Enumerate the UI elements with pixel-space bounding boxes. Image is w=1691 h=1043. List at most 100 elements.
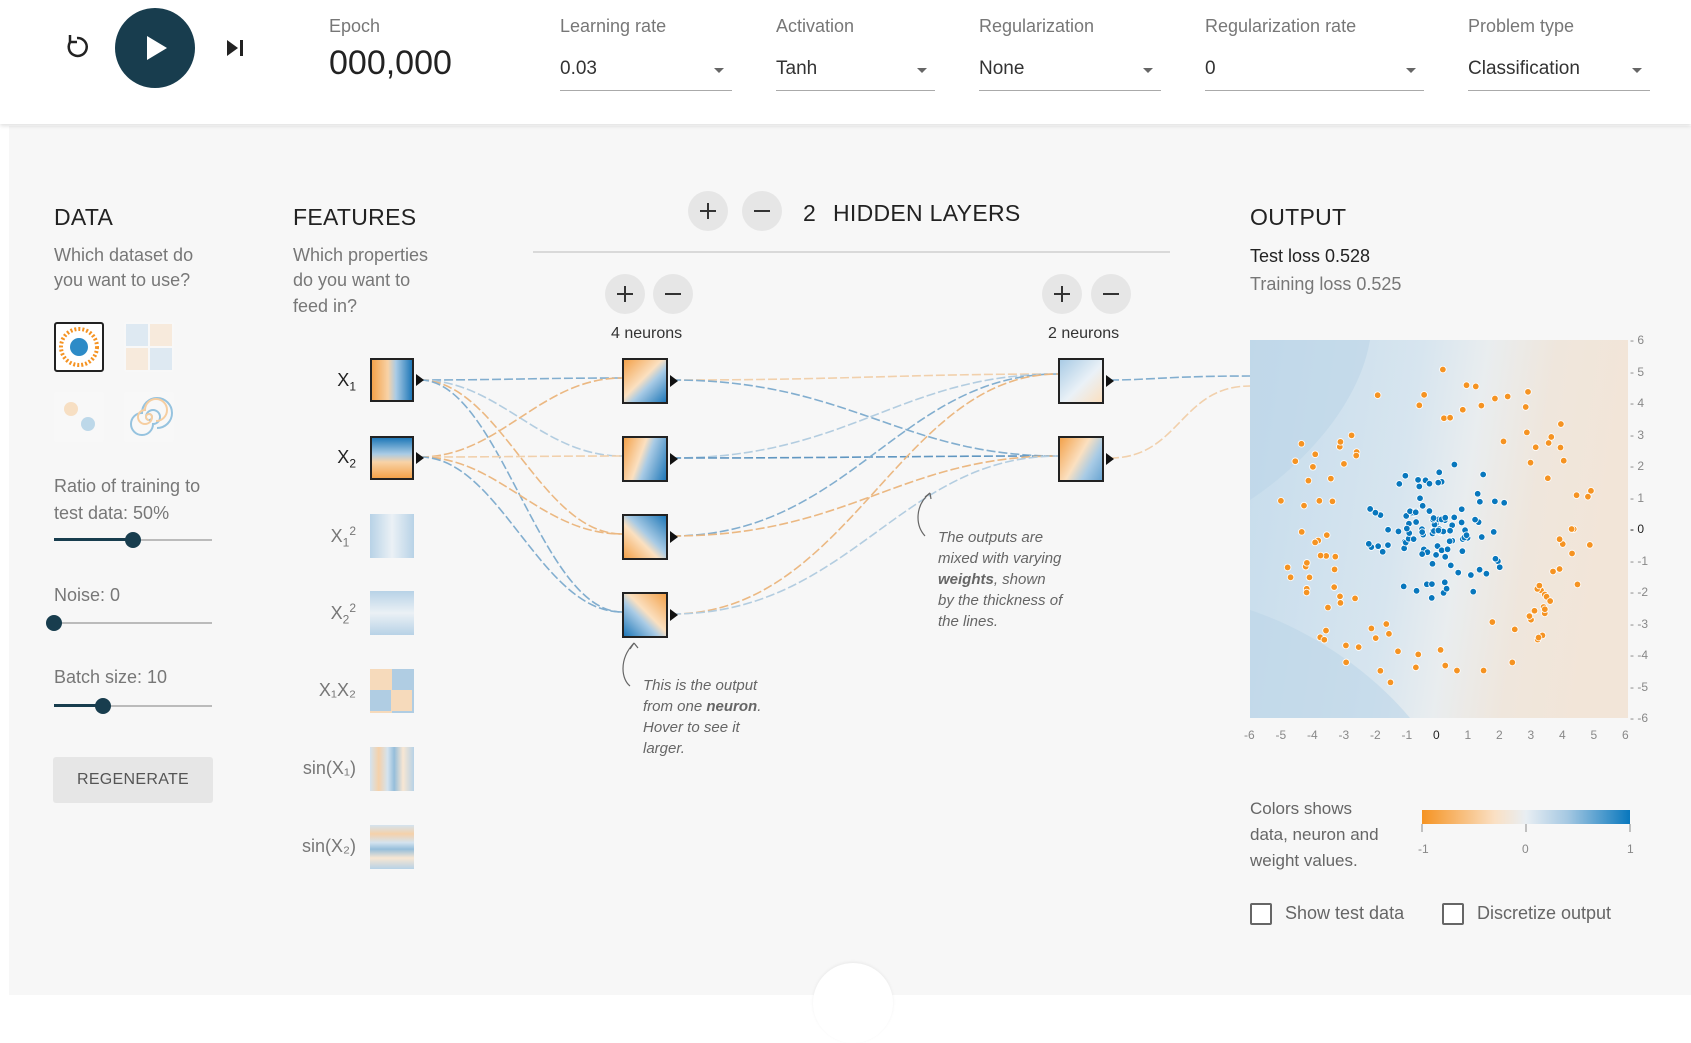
show-test-data-checkbox[interactable]: [1250, 903, 1272, 925]
epoch-label: Epoch: [329, 16, 381, 36]
data-point: [1532, 443, 1540, 451]
dataset-xor[interactable]: [124, 322, 174, 372]
weight-line[interactable]: [419, 456, 623, 535]
data-point: [1459, 406, 1467, 414]
weight-line[interactable]: [1109, 385, 1251, 459]
data-point: [1458, 505, 1466, 513]
data-point: [1547, 433, 1555, 441]
add-neuron-layer-2-button[interactable]: [1042, 274, 1082, 314]
scroll-hint-circle[interactable]: [813, 963, 893, 1043]
ratio-slider-knob[interactable]: [125, 532, 141, 548]
feature-label-sin-x2: sin(X₂): [302, 836, 356, 856]
add-neuron-layer-1-button[interactable]: [605, 274, 645, 314]
data-point: [1555, 565, 1564, 573]
dataset-spiral[interactable]: [124, 392, 174, 442]
feature-x2[interactable]: [370, 436, 414, 480]
add-layer-button[interactable]: [688, 191, 728, 231]
weight-line[interactable]: [419, 377, 623, 458]
neuron-layer-2[interactable]: [1058, 436, 1104, 482]
regularization-select[interactable]: None: [979, 50, 1161, 92]
weight-line[interactable]: [1109, 375, 1251, 381]
neuron-layer-1[interactable]: [622, 514, 668, 560]
data-point: [1436, 646, 1445, 654]
scale-tick-label: -1: [1418, 842, 1429, 856]
data-point: [1394, 527, 1403, 536]
data-point: [1399, 582, 1408, 591]
feature-x1-squared[interactable]: [370, 514, 414, 558]
weight-line[interactable]: [671, 455, 1059, 459]
data-point: [1491, 497, 1499, 506]
remove-layer-button[interactable]: [742, 191, 782, 231]
reset-icon[interactable]: [60, 30, 94, 64]
neuron-output-arrow: [1106, 375, 1114, 387]
feature-sin-x1[interactable]: [370, 747, 414, 791]
data-point: [1418, 528, 1426, 536]
y-axis-tick: - 5: [1630, 364, 1645, 379]
noise-slider[interactable]: [54, 622, 212, 624]
data-point: [1323, 531, 1331, 539]
remove-neuron-layer-1-button[interactable]: [653, 274, 693, 314]
dropdown-underline: [979, 90, 1161, 91]
features-question-line-1: Which properties: [293, 245, 429, 265]
feature-x1x2[interactable]: [370, 669, 414, 713]
data-point: [1567, 525, 1576, 533]
step-forward-icon[interactable]: [220, 33, 250, 63]
activation-select[interactable]: Tanh: [776, 50, 935, 92]
weight-line[interactable]: [671, 379, 1059, 457]
weight-line[interactable]: [419, 377, 623, 381]
feature-x2-squared[interactable]: [370, 591, 414, 635]
remove-neuron-layer-2-button[interactable]: [1091, 274, 1131, 314]
weight-line[interactable]: [419, 456, 623, 613]
dropdown-underline: [1205, 90, 1424, 91]
data-point: [1309, 463, 1317, 471]
problem-type-select[interactable]: Classification: [1468, 50, 1650, 92]
data-point: [1429, 514, 1438, 522]
weight-line[interactable]: [419, 455, 623, 458]
data-point: [1311, 450, 1319, 458]
y-axis-tick: - 6: [1630, 333, 1645, 347]
top-bar: Epoch 000,000 Learning rate 0.03 Activat…: [0, 0, 1691, 124]
data-point: [1524, 388, 1532, 396]
dataset-gaussian[interactable]: [54, 392, 104, 442]
batch-size-slider-knob[interactable]: [95, 698, 112, 714]
regularization-value: None: [979, 58, 1025, 79]
x-axis-tick: -5: [1275, 728, 1287, 742]
data-point: [1467, 571, 1475, 579]
data-point: [1432, 551, 1440, 559]
data-point: [1584, 492, 1592, 501]
learning-rate-select[interactable]: 0.03: [560, 50, 732, 92]
play-icon: [147, 36, 167, 60]
data-point: [1365, 540, 1373, 548]
regenerate-button[interactable]: REGENERATE: [53, 757, 213, 803]
weights-note: The outputs are mixed with varying weigh…: [938, 529, 1063, 630]
weight-line[interactable]: [671, 373, 1059, 537]
weight-line[interactable]: [671, 455, 1059, 537]
data-point: [1479, 470, 1487, 479]
data-point: [1415, 401, 1424, 410]
data-point: [1418, 550, 1426, 558]
data-point: [1454, 568, 1462, 577]
data-point: [1336, 592, 1344, 601]
neuron-layer-1[interactable]: [622, 358, 668, 404]
chevron-down-icon: [714, 68, 724, 73]
feature-sin-x2[interactable]: [370, 825, 414, 869]
regularization-rate-select[interactable]: 0: [1205, 50, 1424, 92]
noise-slider-knob[interactable]: [46, 615, 62, 631]
chevron-down-icon: [1406, 68, 1416, 73]
neuron-layer-2[interactable]: [1058, 358, 1104, 404]
dataset-circle[interactable]: [54, 322, 104, 372]
feature-label-x1: X1: [337, 370, 356, 394]
regularization-label: Regularization: [979, 16, 1095, 36]
data-point: [1409, 535, 1418, 543]
neuron-layer-1[interactable]: [622, 592, 668, 638]
play-button[interactable]: [115, 8, 195, 88]
data-point: [1416, 494, 1424, 502]
weight-line[interactable]: [671, 373, 1059, 381]
data-point: [1572, 491, 1581, 499]
data-point: [1412, 663, 1420, 672]
y-axis-tick: - -3: [1630, 616, 1648, 631]
feature-x1[interactable]: [370, 358, 414, 402]
neuron-layer-1[interactable]: [622, 436, 668, 482]
discretize-output-checkbox[interactable]: [1442, 903, 1464, 925]
data-point: [1450, 460, 1459, 469]
